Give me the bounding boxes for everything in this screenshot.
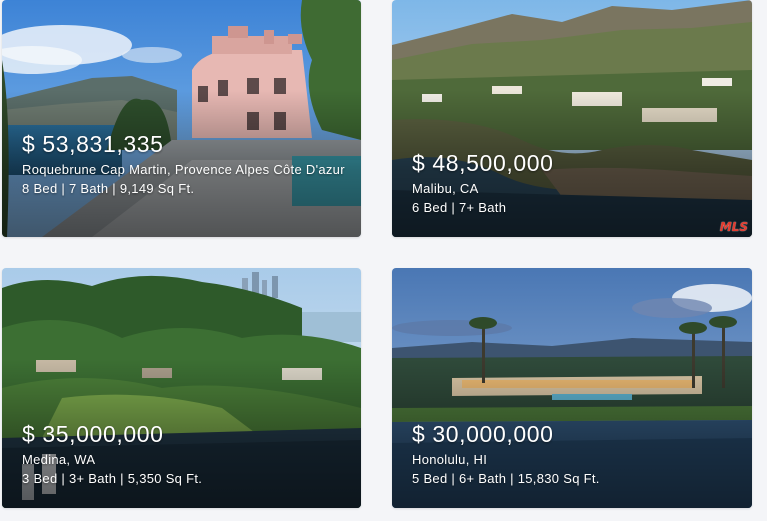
listing-info: $ 53,831,335 Roquebrune Cap Martin, Prov… xyxy=(22,131,349,198)
listing-location: Roquebrune Cap Martin, Provence Alpes Cô… xyxy=(22,162,345,177)
listing-specs: 8 Bed | 7 Bath | 9,149 Sq Ft. xyxy=(22,181,195,196)
listing-card-medina[interactable]: $ 35,000,000 Medina, WA 3 Bed | 3+ Bath … xyxy=(2,268,361,508)
listing-card-malibu[interactable]: $ 48,500,000 Malibu, CA 6 Bed | 7+ Bath … xyxy=(392,0,752,237)
listing-location: Medina, WA xyxy=(22,452,96,467)
listing-card-honolulu[interactable]: $ 30,000,000 Honolulu, HI 5 Bed | 6+ Bat… xyxy=(392,268,752,508)
listing-location: Honolulu, HI xyxy=(412,452,488,467)
listing-price: $ 48,500,000 xyxy=(412,150,554,176)
listing-location: Malibu, CA xyxy=(412,181,479,196)
listing-specs: 5 Bed | 6+ Bath | 15,830 Sq Ft. xyxy=(412,471,600,486)
listing-price: $ 30,000,000 xyxy=(412,421,554,447)
listing-specs: 3 Bed | 3+ Bath | 5,350 Sq Ft. xyxy=(22,471,203,486)
listing-info: $ 30,000,000 Honolulu, HI 5 Bed | 6+ Bat… xyxy=(412,421,740,488)
listing-specs: 6 Bed | 7+ Bath xyxy=(412,200,507,215)
listing-info: $ 48,500,000 Malibu, CA 6 Bed | 7+ Bath xyxy=(412,150,740,217)
listing-price: $ 35,000,000 xyxy=(22,421,164,447)
mls-watermark: MLS xyxy=(719,220,748,234)
listing-info: $ 35,000,000 Medina, WA 3 Bed | 3+ Bath … xyxy=(22,421,349,488)
listing-price: $ 53,831,335 xyxy=(22,131,164,157)
listing-card-roquebrune[interactable]: $ 53,831,335 Roquebrune Cap Martin, Prov… xyxy=(2,0,361,237)
